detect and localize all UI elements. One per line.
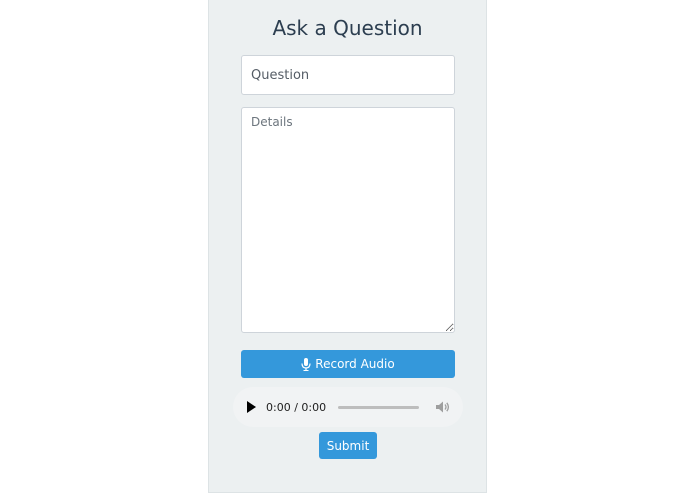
audio-player: 0:00 / 0:00 [233,387,463,427]
details-textarea[interactable] [241,107,455,333]
question-form-panel: Ask a Question Record Audio 0:00 / 0:00 … [208,0,487,493]
audio-seek-bar[interactable] [338,405,419,409]
submit-button[interactable]: Submit [319,432,377,459]
play-icon[interactable] [247,401,256,413]
audio-time-display: 0:00 / 0:00 [266,400,327,414]
question-input[interactable] [241,55,455,95]
volume-icon[interactable] [435,400,451,414]
page-title: Ask a Question [272,16,423,40]
record-audio-label: Record Audio [315,357,395,371]
microphone-icon [301,357,311,371]
record-audio-button[interactable]: Record Audio [241,350,455,378]
